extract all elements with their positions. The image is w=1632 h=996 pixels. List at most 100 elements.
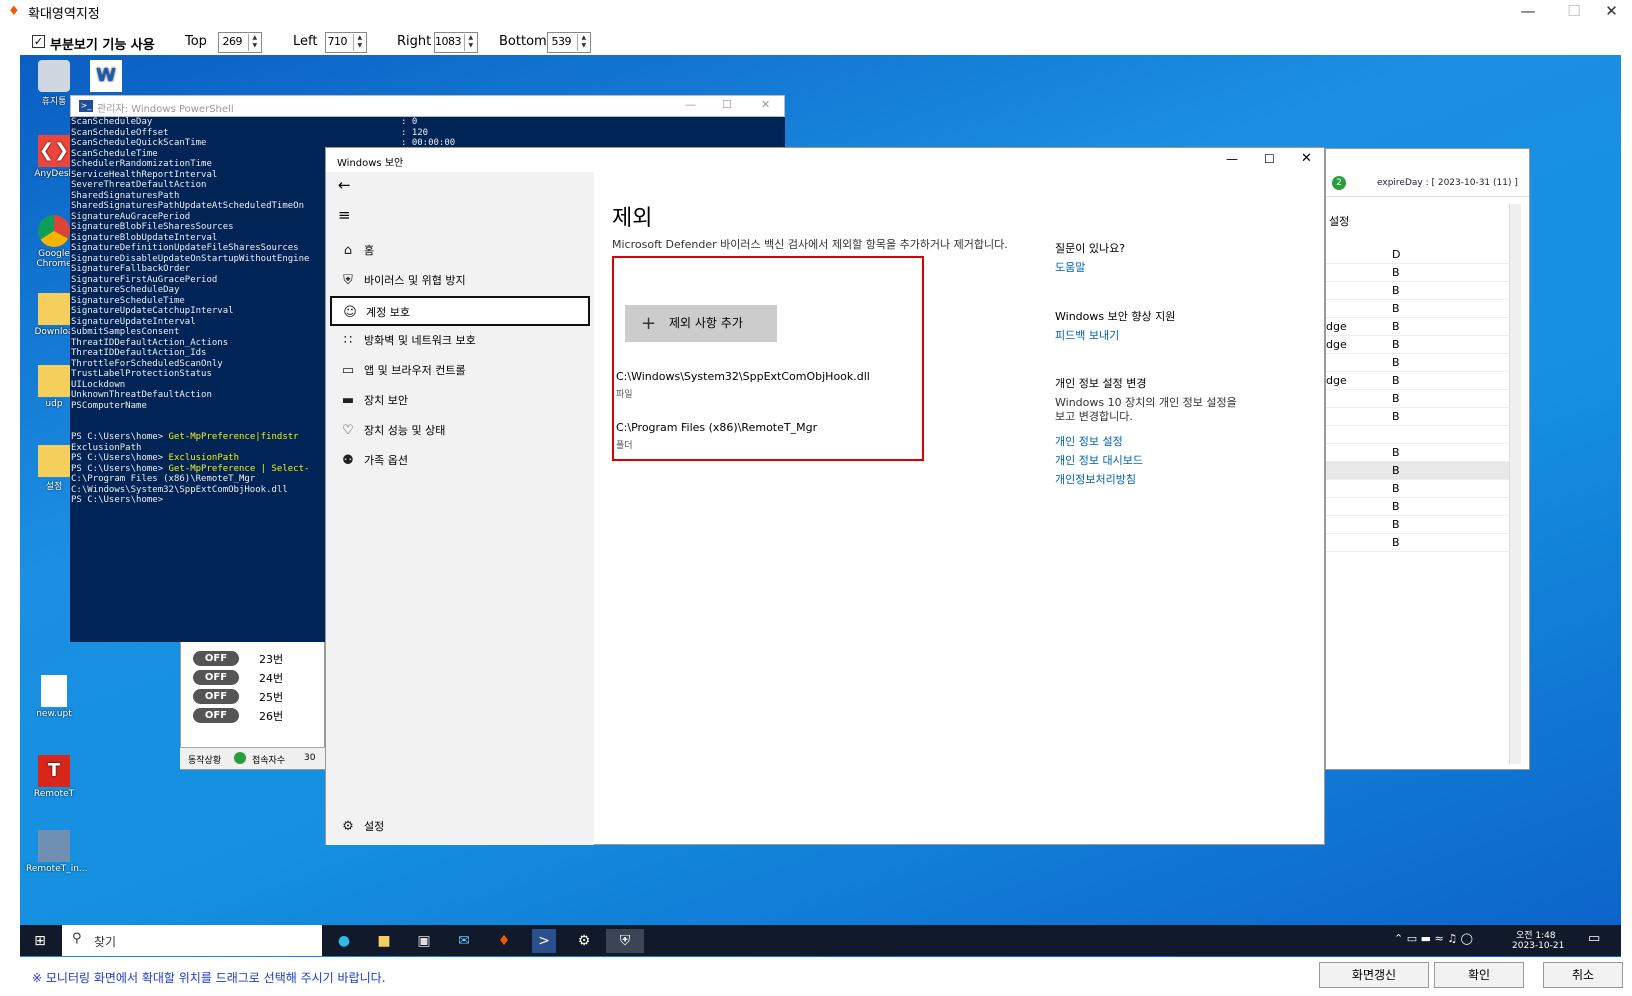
taskbar-search[interactable]: ⚲ 찾기 [62, 925, 322, 956]
bottom-input[interactable]: 539 ▲ ▼ [547, 32, 591, 53]
top-input[interactable]: 269 ▲ ▼ [218, 32, 262, 53]
vertical-scrollbar[interactable] [1509, 204, 1521, 764]
privacy-settings-link[interactable]: 개인 정보 설정 [1055, 433, 1123, 449]
right-spinner[interactable]: ▲ ▼ [464, 34, 476, 51]
windows-security-window[interactable]: Windows 보안 — ☐ ✕ ← ≡ ⌂ 홈 ⛨ 바이러스 및 위협 방지 ☺ 계정 … [325, 147, 1325, 845]
sidebar-item-home[interactable]: ⌂ 홈 [330, 236, 590, 266]
table-cell: dge [1326, 320, 1347, 333]
settings-gear-icon[interactable]: ⚙ [572, 929, 596, 953]
sidebar-item-heart[interactable]: ♡ 장치 성능 및 상태 [330, 416, 590, 446]
sidebar-item-shield[interactable]: ⛨ 바이러스 및 위협 방지 [330, 266, 590, 296]
powershell-output[interactable]: ScanScheduleDay: 0 ScanScheduleOffset: 1… [71, 117, 455, 506]
table-row[interactable]: B [1326, 534, 1509, 552]
sec-maximize-button[interactable]: ☐ [1264, 152, 1275, 166]
bottom-spinner[interactable]: ▲ ▼ [577, 34, 589, 51]
table-row[interactable]: B [1326, 462, 1509, 480]
table-row[interactable]: B [1326, 498, 1509, 516]
table-row[interactable]: B [1326, 390, 1509, 408]
table-row[interactable]: B [1326, 264, 1509, 282]
ps-prompt: C:\Program Files (x86)\RemoteT_Mgr [71, 474, 256, 484]
right-input[interactable]: 1083 ▲ ▼ [434, 32, 478, 53]
table-row[interactable]: B [1326, 480, 1509, 498]
refresh-button[interactable]: 화면갱신 [1319, 962, 1429, 988]
table-row[interactable]: B [1326, 282, 1509, 300]
powershell-taskbar-icon[interactable]: > [532, 929, 556, 953]
sidebar-item-label: 방화벽 및 네트워크 보호 [364, 334, 476, 347]
table-row[interactable]: dge B [1326, 318, 1509, 336]
feedback-link[interactable]: 피드백 보내기 [1055, 327, 1119, 343]
cancel-button[interactable]: 취소 [1543, 962, 1623, 988]
powershell-titlebar: >_ 관리자: Windows PowerShell — ☐ ✕ [70, 95, 785, 117]
store-icon[interactable]: ▣ [412, 929, 436, 953]
file-explorer-icon[interactable]: ■ [372, 929, 396, 953]
table-row[interactable]: D [1326, 246, 1509, 264]
gear-icon: ⚙ [342, 819, 354, 834]
off-toggle[interactable]: OFF [193, 689, 239, 704]
minimize-button[interactable]: — [1505, 0, 1551, 24]
app-logo-icon[interactable]: ♦ [492, 929, 516, 953]
sidebar-item-app-window[interactable]: ▭ 앱 및 브라우저 컨트롤 [330, 356, 590, 386]
ps-prompt: PS C:\Users\home> [71, 453, 169, 463]
left-input[interactable]: 710 ▲ ▼ [325, 32, 367, 53]
table-row[interactable]: B [1326, 444, 1509, 462]
sidebar-item-family[interactable]: ⚉ 가족 옵션 [330, 446, 590, 476]
ok-button[interactable]: 확인 [1434, 962, 1524, 988]
table-row[interactable]: B [1326, 408, 1509, 426]
left-spinner[interactable]: ▲ ▼ [353, 34, 365, 51]
tray-icons[interactable]: ⌃ ▭ ▬ ≈ ♫ ◯ [1394, 932, 1473, 945]
client-table-window[interactable]: 2 expireDay : [ 2023-10-31 (11) ] 설정 DBB… [1325, 148, 1530, 770]
table-row[interactable]: B [1326, 354, 1509, 372]
sec-minimize-button[interactable]: — [1226, 152, 1238, 166]
off-toggle[interactable]: OFF [193, 708, 239, 723]
person-icon: ☺ [343, 305, 357, 320]
back-arrow-icon[interactable]: ← [338, 176, 351, 194]
close-button[interactable]: ✕ [1591, 0, 1632, 24]
sidebar-item-label: 앱 및 브라우저 컨트롤 [364, 364, 466, 377]
clock-date[interactable]: 2023-10-21 [1512, 941, 1564, 951]
table-row[interactable]: B [1326, 516, 1509, 534]
top-spinner[interactable]: ▲ ▼ [248, 34, 260, 51]
desktop-icon-remotet[interactable]: T RemoteT [26, 755, 82, 799]
ps-close-button[interactable]: ✕ [761, 98, 770, 111]
windows-security-taskbar-icon[interactable]: ⛨ [606, 929, 644, 953]
powershell-title: 관리자: Windows PowerShell [97, 104, 234, 115]
table-row[interactable]: dge B [1326, 372, 1509, 390]
ps-line: UILockdown [71, 379, 126, 390]
ps-minimize-button[interactable]: — [685, 98, 696, 111]
table-cell: dge [1326, 374, 1347, 387]
start-windows-icon[interactable]: ⊞ [28, 929, 52, 953]
ps-command: Get-MpPreference | Select- [168, 463, 310, 474]
sec-close-button[interactable]: ✕ [1301, 151, 1312, 166]
privacy-policy-link[interactable]: 개인정보처리방침 [1055, 471, 1136, 487]
clock-time[interactable]: 오전 1:48 [1516, 928, 1556, 941]
ps-prompt: C:\Windows\System32\SppExtComObjHook.dll [71, 484, 288, 495]
ps-command: Get-MpPreference|findstr [168, 432, 299, 442]
desktop-icon-word[interactable]: W [78, 60, 134, 94]
notification-icon[interactable]: ▭ [1588, 931, 1600, 946]
off-toggle[interactable]: OFF [193, 670, 239, 685]
table-row[interactable] [1326, 426, 1509, 444]
sidebar-item-wifi[interactable]: ∷ 방화벽 및 네트워크 보호 [330, 326, 590, 356]
ps-prompt: PS C:\Users\home> [71, 495, 164, 505]
sidebar-item-person[interactable]: ☺ 계정 보호 [330, 296, 590, 326]
off-toggle[interactable]: OFF [193, 651, 239, 666]
desktop-icon-remotet-installer[interactable]: RemoteT_in... [26, 830, 88, 874]
app-window-icon: ▭ [341, 363, 355, 378]
ps-line: SignatureFallbackOrder [71, 264, 191, 274]
sidebar-item-laptop[interactable]: ▬ 장치 보안 [330, 386, 590, 416]
sidebar-item-settings[interactable]: ⚙ 설정 [330, 812, 590, 842]
mail-icon[interactable]: ✉ [452, 929, 476, 953]
partial-view-checkbox[interactable]: ✓ [32, 35, 45, 48]
table-cell: B [1392, 266, 1400, 279]
table-row[interactable]: dge B [1326, 336, 1509, 354]
ps-maximize-button[interactable]: ☐ [722, 98, 732, 111]
table-cell: B [1392, 446, 1400, 459]
table-row[interactable]: B [1326, 300, 1509, 318]
hamburger-menu-icon[interactable]: ≡ [338, 206, 351, 224]
help-link[interactable]: 도움말 [1055, 259, 1085, 275]
sidebar-item-label: 홈 [364, 244, 375, 257]
edge-icon[interactable]: ● [332, 929, 356, 953]
desktop-icon-new-upt[interactable]: new.upt [26, 675, 82, 719]
shield-icon: ⛨ [343, 273, 353, 288]
privacy-dashboard-link[interactable]: 개인 정보 대시보드 [1055, 452, 1143, 468]
